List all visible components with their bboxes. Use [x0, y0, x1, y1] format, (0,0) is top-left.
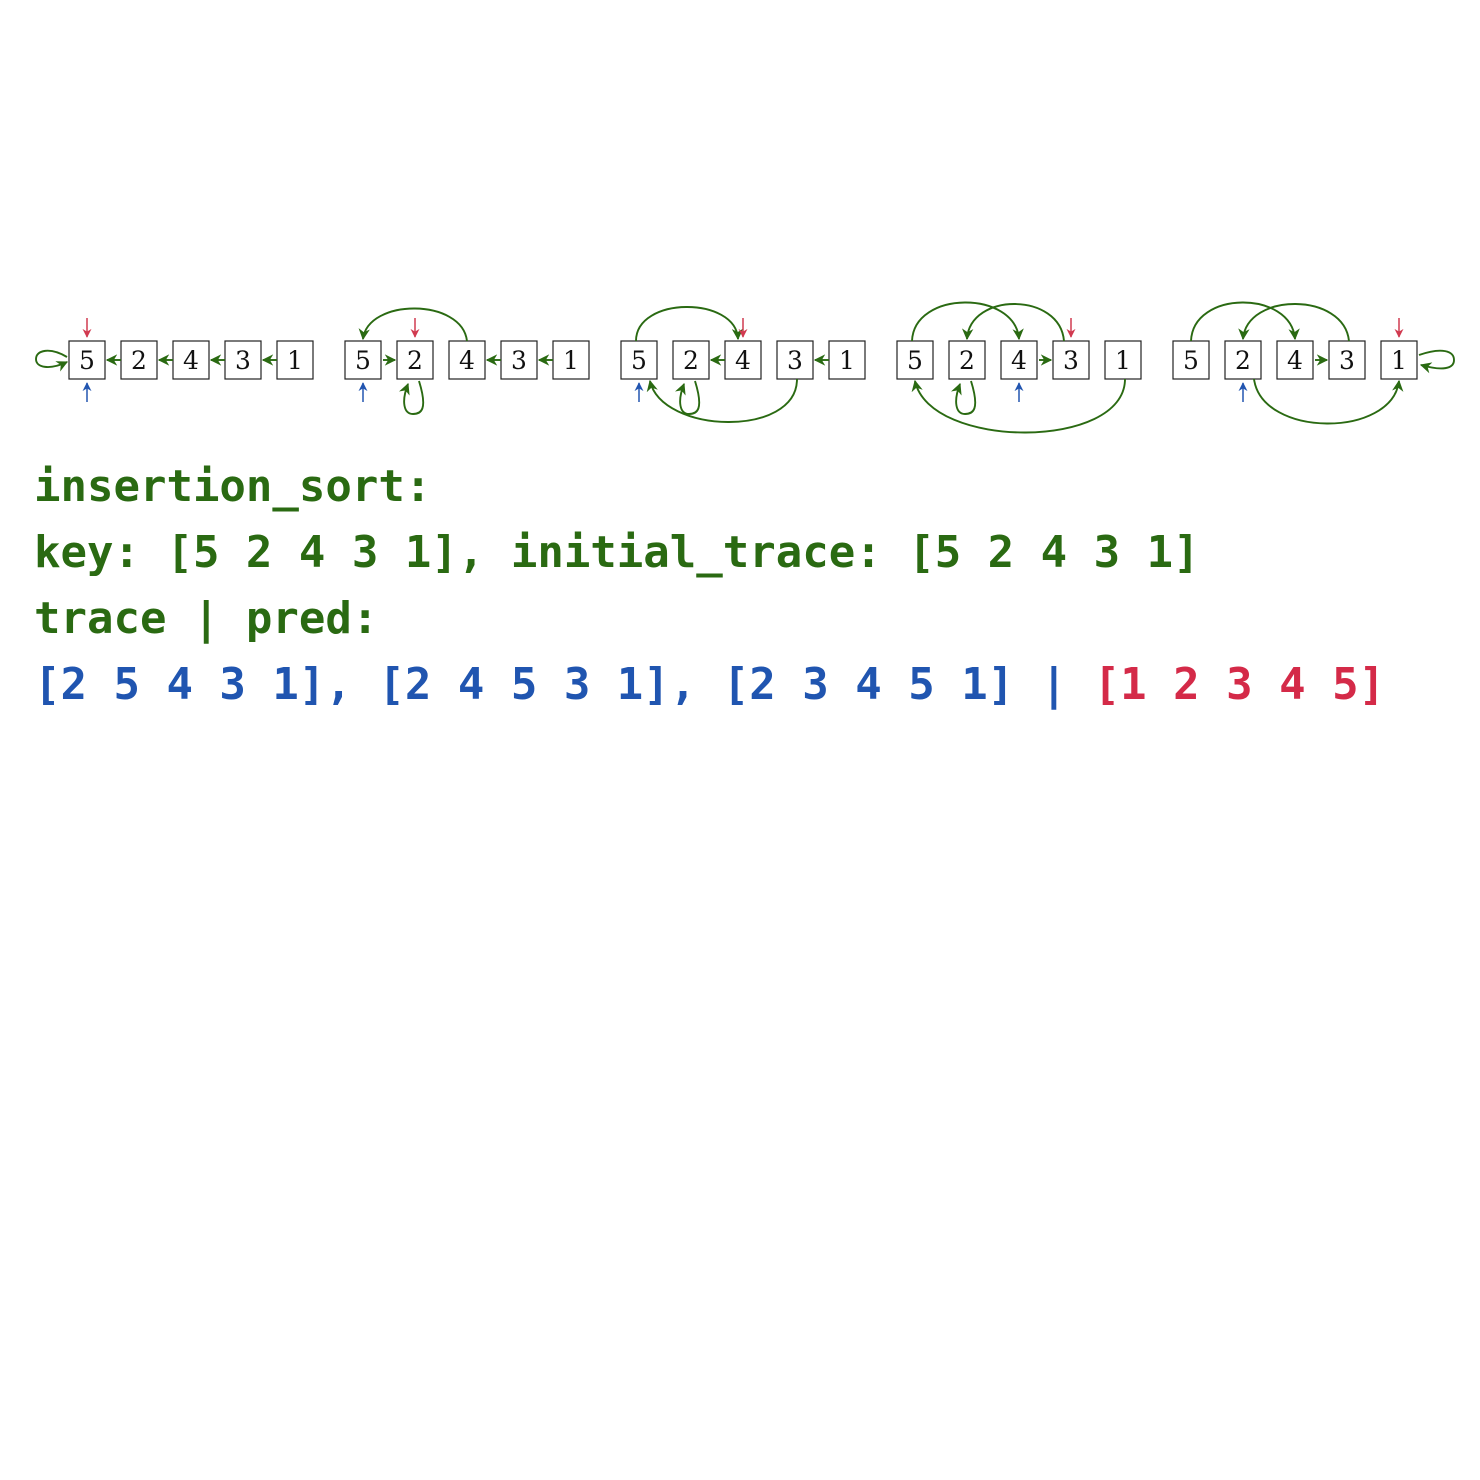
self-loop-arrow [674, 380, 701, 415]
node-value: 2 [683, 346, 699, 375]
node-box: 2 [120, 340, 158, 380]
initial-trace-label: , initial_trace: [457, 527, 909, 578]
node-box: 5 [620, 340, 658, 380]
curved-pointer-arrow [911, 301, 1024, 342]
trace-pred-label: trace | pred: [34, 586, 1385, 652]
panel-3: 5 2 4 3 1 [620, 306, 866, 423]
panel-5: 5 2 4 3 1 [1172, 301, 1455, 425]
node-box: 5 [896, 340, 934, 380]
self-loop-arrow [950, 380, 977, 415]
node-box: 4 [448, 340, 486, 380]
node-value: 4 [1287, 346, 1303, 375]
prediction: [1 2 3 4 5] [1093, 659, 1386, 710]
node-value: 4 [1011, 346, 1027, 375]
pred-separator: | [1014, 659, 1094, 710]
trace-text-block: insertion_sort: key: [5 2 4 3 1], initia… [34, 454, 1385, 718]
node-value: 5 [79, 346, 95, 375]
key-line: key: [5 2 4 3 1], initial_trace: [5 2 4 … [34, 520, 1385, 586]
node-value: 1 [287, 346, 303, 375]
initial-trace-value: [5 2 4 3 1] [908, 527, 1200, 578]
node-value: 5 [631, 346, 647, 375]
curved-pointer-arrow [1238, 303, 1350, 342]
node-value: 3 [511, 346, 527, 375]
self-loop-arrow [35, 349, 69, 372]
key-label: key: [34, 527, 167, 578]
algorithm-title: insertion_sort: [34, 454, 1385, 520]
node-box: 4 [1276, 340, 1314, 380]
node-box: 1 [1380, 340, 1418, 380]
node-value: 5 [1183, 346, 1199, 375]
node-value: 2 [131, 346, 147, 375]
node-box: 2 [948, 340, 986, 380]
node-value: 3 [1063, 346, 1079, 375]
panel-1: 5 2 4 3 1 [35, 318, 314, 402]
trace-separator: , [669, 659, 723, 710]
key-value: [5 2 4 3 1] [166, 527, 458, 578]
self-loop-arrow [1418, 349, 1455, 374]
node-value: 1 [563, 346, 579, 375]
node-value: 3 [1339, 346, 1355, 375]
node-value: 5 [355, 346, 371, 375]
node-value: 1 [1391, 346, 1407, 375]
node-box: 3 [776, 340, 814, 380]
node-box: 1 [276, 340, 314, 380]
node-box: 2 [1224, 340, 1262, 380]
node-value: 4 [459, 346, 475, 375]
curved-pointer-arrow [911, 378, 1126, 434]
curved-pointer-arrow [646, 378, 798, 423]
curved-pointer-arrow [1253, 378, 1404, 425]
panel-2: 5 2 4 3 1 [344, 307, 590, 415]
node-box: 5 [344, 340, 382, 380]
node-box: 1 [828, 340, 866, 380]
algorithm-name: insertion_sort: [34, 461, 432, 512]
trace-step-1: [2 5 4 3 1] [34, 659, 326, 710]
node-value: 2 [959, 346, 975, 375]
trace-step-2: [2 4 5 3 1] [378, 659, 670, 710]
node-value: 5 [907, 346, 923, 375]
node-box: 3 [224, 340, 262, 380]
node-box: 3 [1052, 340, 1090, 380]
trace-separator: , [325, 659, 379, 710]
node-box: 1 [552, 340, 590, 380]
node-value: 3 [787, 346, 803, 375]
node-box: 5 [68, 340, 106, 380]
node-box: 2 [672, 340, 710, 380]
insertion-sort-pointer-diagram: 5 2 4 3 1 5 2 4 3 1 5 2 4 3 1 5 2 4 3 1 … [35, 301, 1455, 434]
node-value: 1 [1115, 346, 1131, 375]
node-value: 2 [407, 346, 423, 375]
curved-pointer-arrow [961, 303, 1065, 342]
node-box: 3 [1328, 340, 1366, 380]
trace-step-3: [2 3 4 5 1] [722, 659, 1015, 710]
node-value: 2 [1235, 346, 1251, 375]
node-box: 4 [1000, 340, 1038, 380]
node-box: 4 [724, 340, 762, 380]
node-value: 4 [735, 346, 751, 375]
panel-4: 5 2 4 3 1 [896, 301, 1142, 434]
node-value: 1 [839, 346, 855, 375]
curved-pointer-arrow [635, 306, 744, 342]
node-box: 5 [1172, 340, 1210, 380]
trace-pred-line: [2 5 4 3 1], [2 4 5 3 1], [2 3 4 5 1] | … [34, 652, 1385, 718]
node-value: 4 [183, 346, 199, 375]
self-loop-arrow [398, 380, 425, 415]
node-value: 3 [235, 346, 251, 375]
trace-pred-label-text: trace | pred: [34, 593, 379, 644]
node-box: 2 [396, 340, 434, 380]
node-box: 3 [500, 340, 538, 380]
node-box: 1 [1104, 340, 1142, 380]
node-box: 4 [172, 340, 210, 380]
